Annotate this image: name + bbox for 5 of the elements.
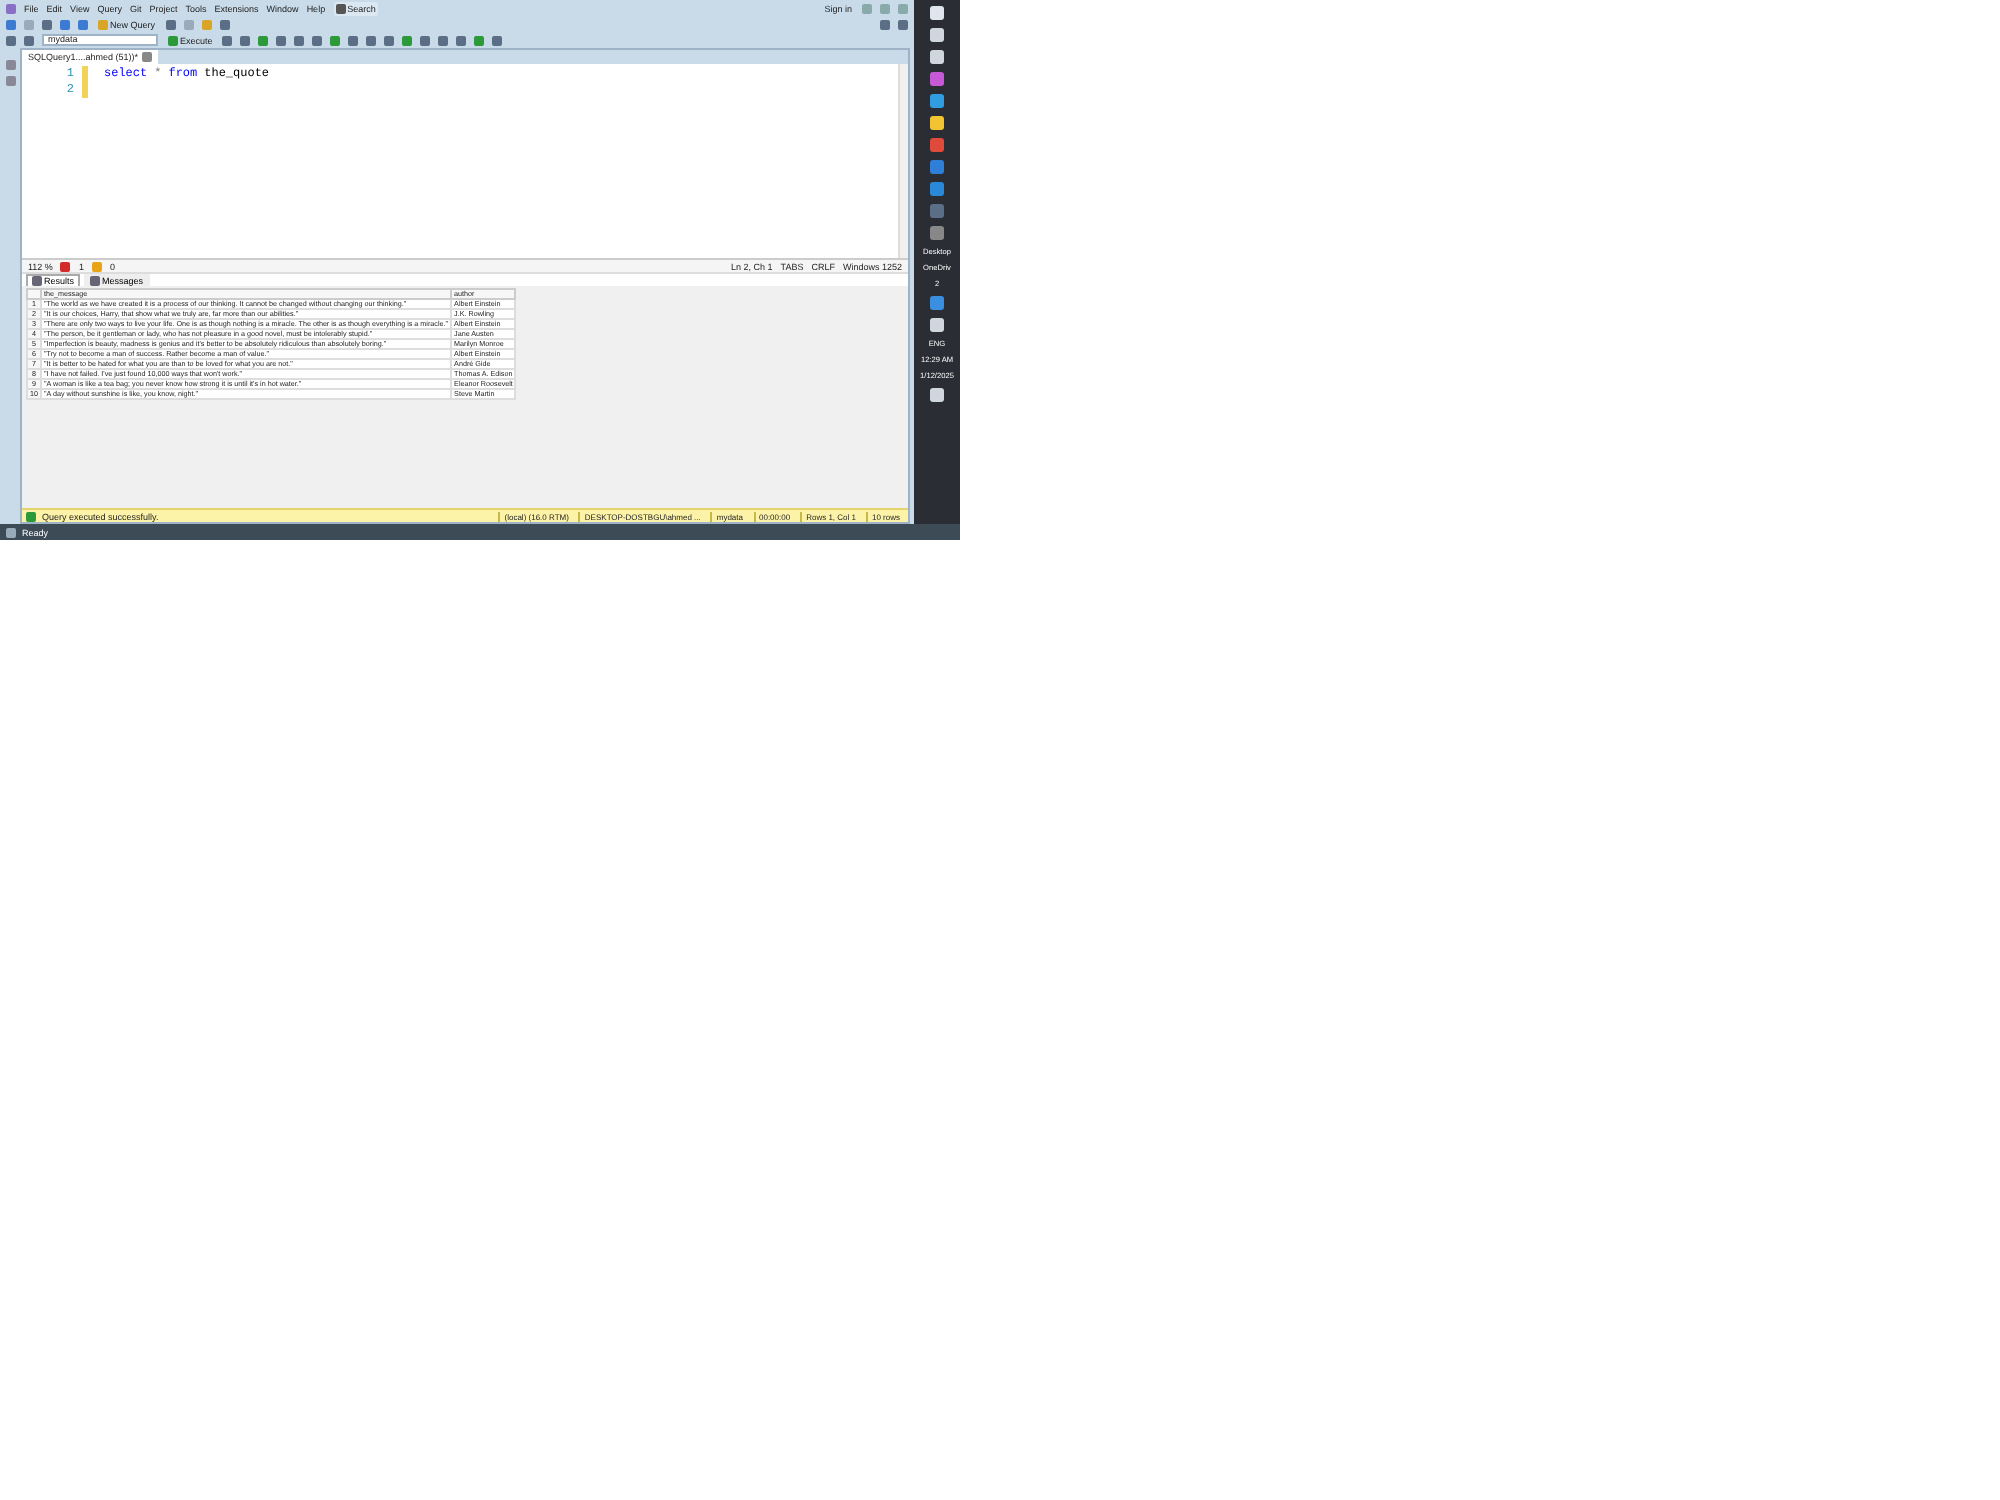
toolbar-icon[interactable] <box>6 35 16 45</box>
tab-icon <box>32 276 42 286</box>
tab-icon <box>90 276 101 286</box>
toolbar-icon[interactable] <box>880 19 890 29</box>
change-marker <box>82 66 88 98</box>
